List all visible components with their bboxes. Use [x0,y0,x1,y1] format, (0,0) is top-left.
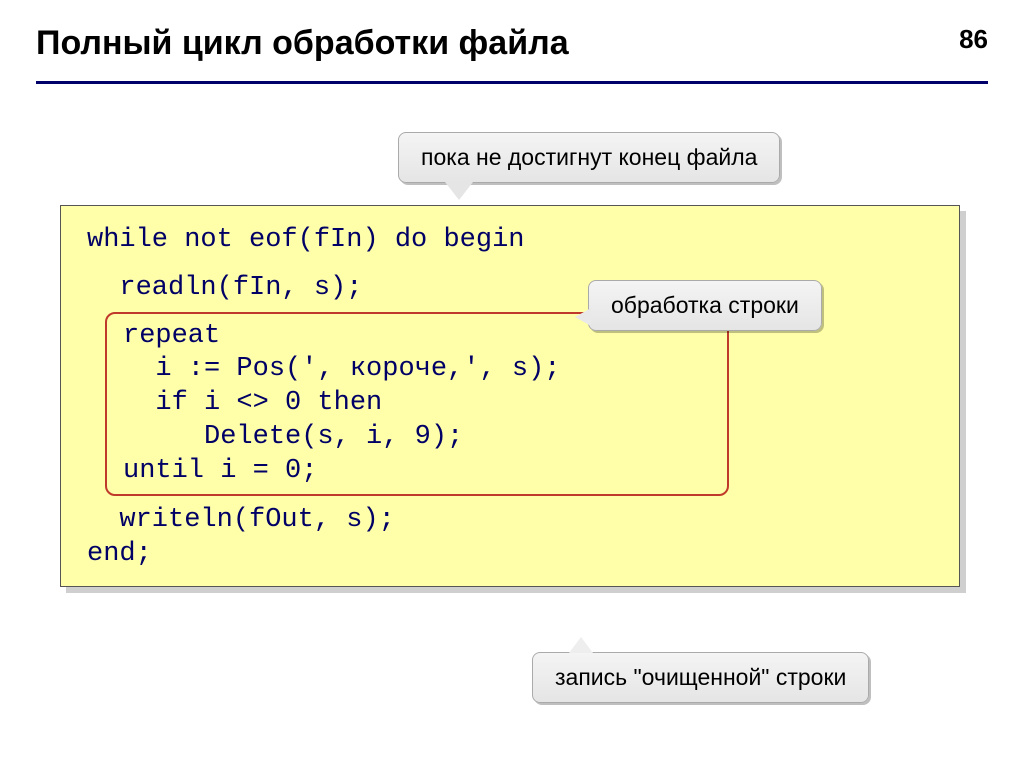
code-line: i := Pos(', короче,', s); [123,353,713,387]
code-block-inner: while not eof(fIn) do begin readln(fIn, … [60,205,960,587]
callout-process: обработка строки [588,280,822,331]
code-line: end; [87,538,933,572]
code-line: while not eof(fIn) do begin [87,224,933,258]
code-block: while not eof(fIn) do begin readln(fIn, … [60,205,960,587]
page-number: 86 [959,24,988,55]
code-line: if i <> 0 then [123,387,713,421]
code-line: until i = 0; [123,455,713,489]
page-title: Полный цикл обработки файла [36,24,569,81]
title-divider [36,81,988,84]
code-line: Delete(s, i, 9); [123,421,713,455]
code-line: writeln(fOut, s); [87,504,933,538]
callout-eof: пока не достигнут конец файла [398,132,780,183]
callout-write: запись "очищенной" строки [532,652,869,703]
header-row: Полный цикл обработки файла 86 [36,24,988,81]
slide: Полный цикл обработки файла 86 пока не д… [0,0,1024,767]
repeat-block: repeat i := Pos(', короче,', s); if i <>… [105,312,729,497]
